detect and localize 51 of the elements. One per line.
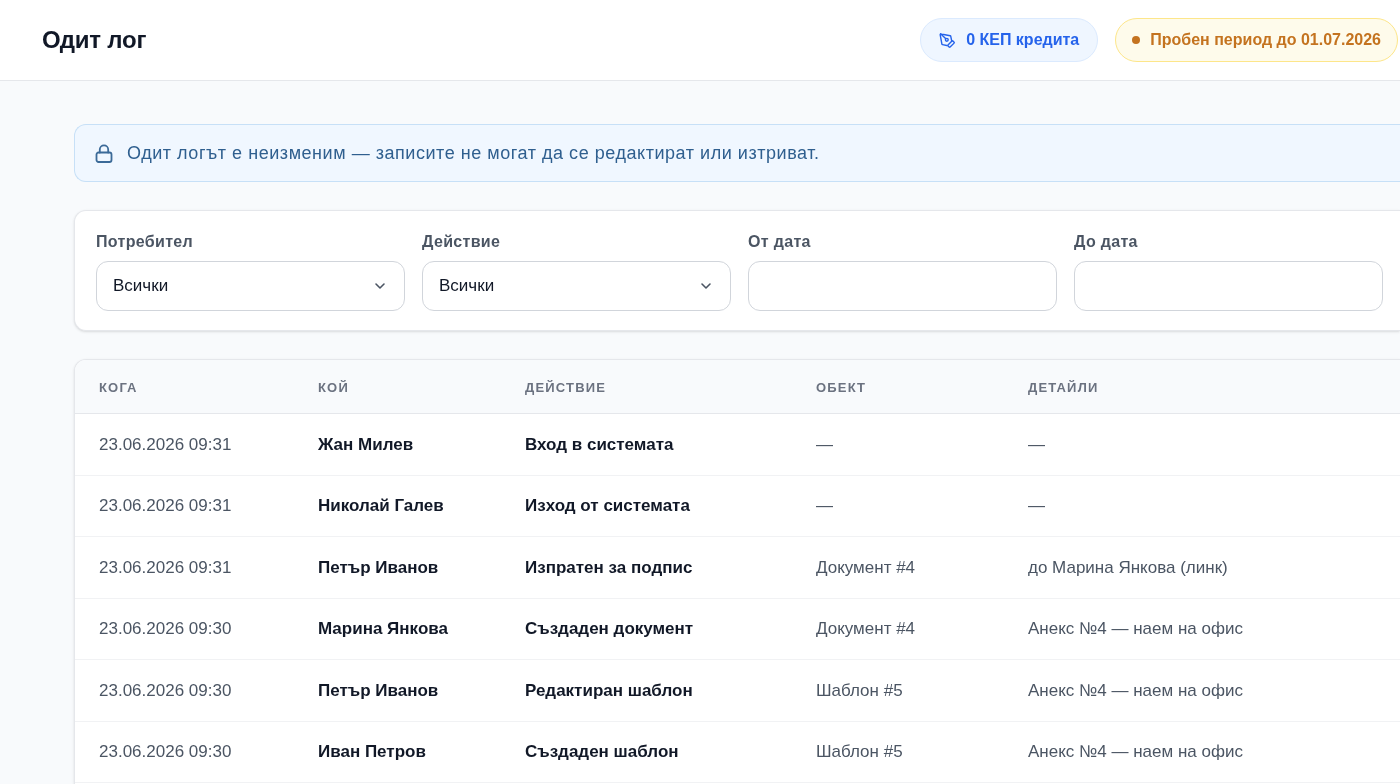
table-cell: Петър Иванов [318,680,439,700]
table-cell: Иван Петров [318,742,426,761]
page-title: Одит лог [42,25,147,55]
table-cell: — [1028,496,1045,515]
table-cell: 23.06.2026 09:30 [99,680,232,700]
chevron-down-icon [700,282,712,290]
table-cell: Жан Милев [318,434,414,454]
table-cell: Шаблон #5 [816,742,903,761]
date-input[interactable] [1074,261,1383,311]
table-cell: Марина Янкова [318,619,448,638]
column-header: ОБЕКТ [816,379,867,395]
table-cell: Вход в системата [525,434,674,454]
trial-badge: Пробен период до 01.07.2026 [1115,18,1398,62]
table-cell: 23.06.2026 09:31 [99,557,232,577]
table-cell: Създаден шаблон [525,742,679,761]
table-cell: — [816,496,833,515]
pen-nib-icon [939,31,957,49]
table-cell: — [816,434,833,454]
lock-icon [95,143,113,163]
chevron-down-icon [374,282,386,290]
select-field[interactable]: Всички [96,261,405,311]
table-cell: Анекс №4 — наем на офис [1028,742,1243,761]
table-cell: Шаблон #5 [816,680,903,700]
date-input[interactable] [748,261,1057,311]
table-cell: Анекс №4 — наем на офис [1028,619,1243,638]
table-cell: Документ #4 [816,557,916,577]
table-cell: Изпратен за подпис [525,557,693,577]
table-cell: — [1028,434,1045,454]
table-cell: Петър Иванов [318,557,439,577]
column-header: КОЙ [318,379,349,395]
table-cell: 23.06.2026 09:30 [99,742,232,761]
table-cell: 23.06.2026 09:31 [99,434,232,454]
column-header: ДЕЙСТВИЕ [525,379,607,395]
table-cell: 23.06.2026 09:30 [99,619,232,638]
table-cell: Създаден документ [525,619,694,638]
table-cell: до Марина Янкова (линк) [1028,557,1228,577]
table-cell: Анекс №4 — наем на офис [1028,680,1243,700]
column-header: ДЕТАЙЛИ [1028,379,1099,395]
table-cell: Изход от системата [525,496,690,515]
table-cell: Николай Галев [318,496,444,515]
table-cell: 23.06.2026 09:31 [99,496,232,515]
notice-text: Одит логът е неизменим — записите не могат да се редактират или изтриват. [127,141,820,165]
filter-label: Действие [422,232,501,252]
filter-label: От дата [748,232,811,252]
filter-label: Потребител [96,232,193,252]
filter-label: До дата [1074,232,1138,252]
table-cell: Редактиран шаблон [525,680,693,700]
column-header: КОГА [99,379,138,395]
select-field[interactable]: Всички [422,261,731,311]
credits-badge[interactable]: 0 КЕП кредита [920,18,1099,62]
table-cell: Документ #4 [816,619,916,638]
